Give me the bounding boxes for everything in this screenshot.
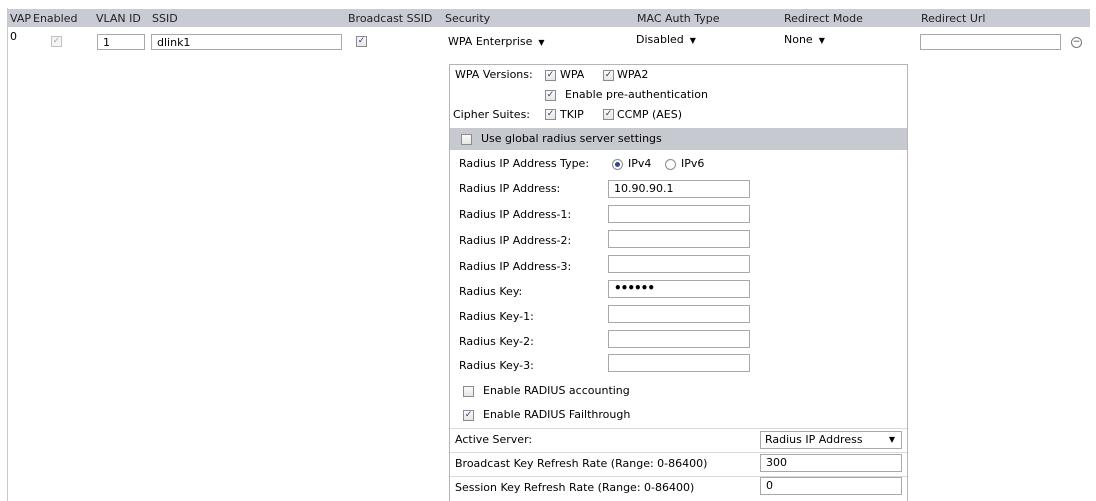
enabled-checkbox[interactable]: ✓ xyxy=(51,36,62,47)
radius-key2-label: Radius Key-2: xyxy=(459,335,534,348)
radius-ip3-input[interactable] xyxy=(608,255,750,273)
tkip-checkbox[interactable]: ✓ xyxy=(545,109,556,120)
col-mac-auth-type: MAC Auth Type xyxy=(637,12,720,25)
active-server-value: Radius IP Address xyxy=(765,433,863,446)
ssid-input[interactable]: dlink1 xyxy=(151,34,342,50)
radius-ip-input[interactable]: 10.90.90.1 xyxy=(608,180,750,198)
check-icon: ✓ xyxy=(464,410,473,420)
security-select[interactable]: WPA Enterprise ▼ xyxy=(448,35,560,51)
mac-auth-type-select[interactable]: Disabled ▼ xyxy=(636,33,722,49)
col-redirect-url: Redirect Url xyxy=(921,12,986,25)
check-icon: ✓ xyxy=(546,70,555,80)
broadcast-ssid-checkbox[interactable]: ✓ xyxy=(356,36,367,47)
radius-ip-type-label: Radius IP Address Type: xyxy=(459,157,590,170)
col-security: Security xyxy=(445,12,491,25)
use-global-radius-label: Use global radius server settings xyxy=(481,132,662,145)
preauth-label: Enable pre-authentication xyxy=(565,88,708,101)
chevron-down-icon: ▼ xyxy=(818,36,825,45)
use-global-radius-checkbox[interactable] xyxy=(461,134,472,145)
col-redirect-mode: Redirect Mode xyxy=(784,12,863,25)
vap-index: 0 xyxy=(10,30,17,43)
chevron-down-icon: ▼ xyxy=(689,36,696,45)
radius-failthrough-label: Enable RADIUS Failthrough xyxy=(483,408,631,421)
check-icon: ✓ xyxy=(546,109,555,119)
ccmp-checkbox[interactable]: ✓ xyxy=(603,109,614,120)
wpa2-label: WPA2 xyxy=(617,68,649,81)
check-icon: ✓ xyxy=(357,36,366,46)
security-value: WPA Enterprise xyxy=(448,35,533,48)
broadcast-key-refresh-input[interactable]: 300 xyxy=(760,454,902,472)
redirect-mode-select[interactable]: None ▼ xyxy=(784,33,838,49)
chevron-down-icon: ▼ xyxy=(538,38,545,47)
col-enabled: Enabled xyxy=(33,12,78,25)
radius-ip2-label: Radius IP Address-2: xyxy=(459,234,572,247)
radius-key1-label: Radius Key-1: xyxy=(459,310,534,323)
radius-ip-label: Radius IP Address: xyxy=(459,182,561,195)
radius-key-input[interactable]: •••••• xyxy=(608,280,750,298)
radius-accounting-label: Enable RADIUS accounting xyxy=(483,384,630,397)
col-broadcast-ssid: Broadcast SSID xyxy=(348,12,433,25)
wpa-versions-label: WPA Versions: xyxy=(455,68,533,81)
radius-key3-label: Radius Key-3: xyxy=(459,359,534,372)
check-icon: ✓ xyxy=(604,109,613,119)
ipv6-label: IPv6 xyxy=(681,157,705,170)
radius-ip3-label: Radius IP Address-3: xyxy=(459,260,572,273)
col-vlan-id: VLAN ID xyxy=(96,12,141,25)
redirect-url-input[interactable] xyxy=(920,34,1061,50)
wpa-label: WPA xyxy=(560,68,585,81)
divider xyxy=(450,452,907,453)
radius-ip2-input[interactable] xyxy=(608,230,750,248)
ipv6-radio[interactable] xyxy=(665,159,676,170)
col-vap: VAP xyxy=(10,12,31,25)
radius-accounting-checkbox[interactable] xyxy=(463,386,474,397)
check-icon: ✓ xyxy=(546,90,555,100)
active-server-select[interactable]: Radius IP Address ▼ xyxy=(760,431,902,449)
tkip-label: TKIP xyxy=(560,108,584,121)
radius-key1-input[interactable] xyxy=(608,305,750,323)
divider xyxy=(450,428,907,429)
chevron-down-icon: ▼ xyxy=(888,435,895,444)
redirect-mode-value: None xyxy=(784,33,813,46)
session-key-refresh-label: Session Key Refresh Rate (Range: 0-86400… xyxy=(455,481,695,494)
ipv4-label: IPv4 xyxy=(628,157,652,170)
remove-icon: − xyxy=(1072,37,1081,47)
col-ssid: SSID xyxy=(152,12,178,25)
cipher-suites-label: Cipher Suites: xyxy=(453,108,531,121)
radius-ip1-label: Radius IP Address-1: xyxy=(459,208,572,221)
broadcast-key-refresh-label: Broadcast Key Refresh Rate (Range: 0-864… xyxy=(455,457,708,470)
mac-auth-type-value: Disabled xyxy=(636,33,684,46)
active-server-label: Active Server: xyxy=(455,433,533,446)
wpa2-checkbox[interactable]: ✓ xyxy=(603,70,614,81)
ccmp-label: CCMP (AES) xyxy=(617,108,683,121)
radius-failthrough-checkbox[interactable]: ✓ xyxy=(463,410,474,421)
wpa-checkbox[interactable]: ✓ xyxy=(545,70,556,81)
radius-key-label: Radius Key: xyxy=(459,285,523,298)
check-icon: ✓ xyxy=(52,36,61,46)
vlan-id-input[interactable]: 1 xyxy=(97,34,145,50)
radius-ip1-input[interactable] xyxy=(608,205,750,223)
session-key-refresh-input[interactable]: 0 xyxy=(760,477,902,495)
preauth-checkbox[interactable]: ✓ xyxy=(545,90,556,101)
radius-key2-input[interactable] xyxy=(608,330,750,348)
check-icon: ✓ xyxy=(604,70,613,80)
remove-vap-button[interactable]: − xyxy=(1071,37,1082,48)
ipv4-radio[interactable] xyxy=(612,159,623,170)
radius-key3-input[interactable] xyxy=(608,354,750,372)
